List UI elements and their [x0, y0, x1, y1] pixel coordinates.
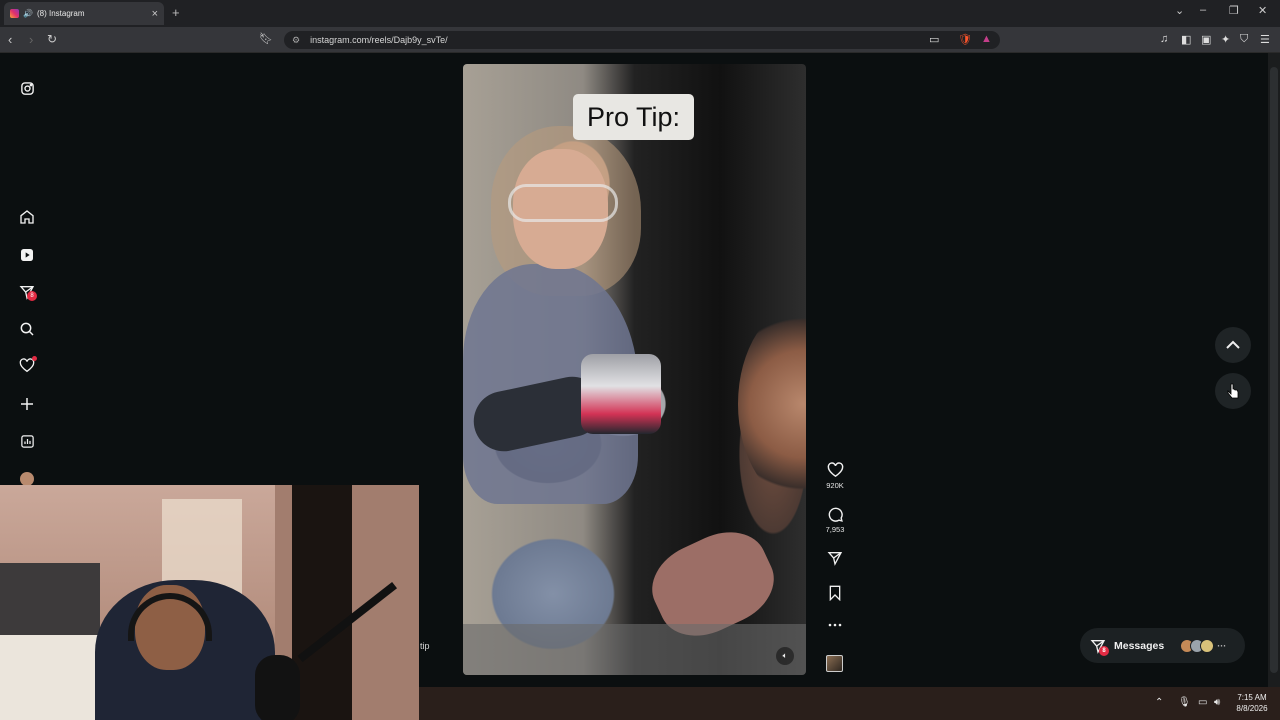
next-reel-button[interactable] — [1215, 373, 1251, 409]
tab-search-chevron-icon[interactable]: ⌄ — [1175, 4, 1184, 17]
messages-pill-badge: 8 — [1099, 646, 1109, 656]
webcam-scene-headboard — [0, 563, 100, 643]
brave-shields-icon[interactable]: 🛡︎ — [958, 33, 972, 46]
direct-messages-icon[interactable]: 8 — [17, 282, 37, 302]
audio-thumbnail[interactable] — [826, 655, 843, 672]
back-icon[interactable]: ‹ — [8, 32, 12, 47]
webcam-scene-door — [292, 485, 352, 720]
video-scene-piston — [581, 354, 661, 434]
reload-icon[interactable]: ↻ — [47, 32, 57, 46]
create-plus-icon[interactable] — [17, 394, 37, 414]
speaker-icon[interactable]: 🔊 — [23, 9, 33, 18]
browser-toolbar: ‹ › ↻ 🔖︎ ⚙ instagram.com/reels/Dajb9y_sv… — [0, 27, 1280, 53]
comment-bubble-icon — [828, 507, 843, 522]
vpn-icon[interactable]: ⛉ — [1240, 33, 1248, 46]
media-icon[interactable]: ♫ — [1160, 33, 1168, 45]
save-button[interactable] — [818, 585, 852, 601]
comment-button[interactable]: 7,953 — [818, 506, 852, 534]
scrollbar-thumb[interactable] — [1270, 67, 1278, 673]
video-scene-goggles — [508, 184, 618, 222]
network-icon[interactable]: ▭ — [1198, 697, 1207, 708]
webcam-overlay — [0, 485, 419, 720]
video-scene-brake-rotor — [738, 304, 806, 504]
brave-rewards-icon[interactable]: ▲ — [981, 33, 992, 45]
more-dots-icon: ··· — [1217, 640, 1227, 651]
clock-time: 7:15 AM — [1237, 693, 1267, 702]
messages-badge: 8 — [27, 291, 37, 301]
microphone-icon[interactable]: 🎙︎ — [1178, 697, 1191, 708]
like-count: 920K — [826, 481, 844, 490]
tray-chevron-icon[interactable]: ⌃ — [1155, 697, 1163, 708]
close-window-icon[interactable]: ✕ — [1258, 4, 1267, 17]
search-icon[interactable] — [17, 319, 37, 339]
instagram-sidebar: 8 — [0, 53, 52, 487]
bookmark-save-icon — [829, 585, 841, 601]
instagram-logo-icon[interactable] — [17, 78, 37, 98]
comment-count: 7,953 — [825, 525, 845, 534]
message-avatar — [1200, 638, 1215, 653]
restore-icon[interactable]: ❐ — [1229, 4, 1239, 17]
previous-reel-button[interactable] — [1215, 327, 1251, 363]
notifications-heart-icon[interactable] — [17, 356, 37, 376]
share-paper-plane-icon — [827, 552, 843, 566]
home-icon[interactable] — [17, 207, 37, 227]
windows-taskbar: ⌃ 🎙︎ ▭ 🔊︎ — [419, 687, 1280, 720]
mute-toggle-icon[interactable]: 🔈︎ — [776, 647, 794, 665]
chevron-up-icon — [1226, 340, 1240, 349]
site-settings-icon[interactable]: ⚙ — [292, 35, 300, 46]
instagram-favicon-icon — [10, 9, 19, 18]
more-dots-icon — [828, 623, 842, 627]
like-button[interactable]: 920K — [818, 462, 852, 490]
mouse-cursor-icon — [1227, 383, 1239, 399]
dashboard-chart-icon[interactable] — [17, 431, 37, 451]
menu-icon[interactable]: ☰ — [1260, 33, 1270, 46]
partial-caption-text: tip — [420, 641, 430, 651]
messages-label: Messages — [1114, 639, 1165, 652]
more-options-button[interactable] — [818, 622, 852, 628]
address-bar[interactable]: ⚙ instagram.com/reels/Dajb9y_svTe/ — [284, 31, 1000, 49]
minimize-icon[interactable]: – — [1200, 4, 1206, 16]
volume-icon[interactable]: 🔊︎ — [1214, 697, 1220, 708]
like-heart-icon — [827, 462, 843, 478]
cast-icon[interactable]: ▭ — [929, 33, 939, 46]
reels-icon[interactable] — [17, 245, 37, 265]
forward-icon[interactable]: › — [29, 32, 33, 47]
webcam-scene-microphone — [255, 655, 300, 720]
leo-ai-icon[interactable]: ✦ — [1221, 33, 1230, 46]
video-scene-floor — [463, 624, 806, 675]
wallet-icon[interactable]: ▣ — [1201, 33, 1211, 46]
url-text: instagram.com/reels/Dajb9y_svTe/ — [310, 35, 448, 45]
clock-date: 8/8/2026 — [1236, 704, 1268, 713]
bookmark-icon[interactable]: 🔖︎ — [259, 32, 273, 45]
sidebar-toggle-icon[interactable]: ◧ — [1181, 33, 1191, 46]
browser-tab-instagram[interactable]: 🔊 (8) Instagram × — [4, 2, 164, 25]
messages-pill[interactable]: 8 Messages ··· — [1080, 628, 1245, 663]
close-tab-icon[interactable]: × — [152, 8, 158, 20]
taskbar-clock[interactable]: 7:15 AM 8/8/2026 — [1232, 692, 1272, 714]
reel-video[interactable]: Pro Tip: 🔈︎ — [463, 64, 806, 675]
share-button[interactable] — [818, 550, 852, 566]
notification-dot — [32, 356, 37, 361]
browser-tab-strip: 🔊 (8) Instagram × + ⌄ – ❐ ✕ — [0, 0, 1280, 27]
page-scrollbar[interactable] — [1268, 53, 1280, 687]
new-tab-button[interactable]: + — [172, 5, 180, 20]
video-caption-overlay: Pro Tip: — [573, 94, 694, 140]
tab-title: (8) Instagram — [36, 9, 85, 18]
